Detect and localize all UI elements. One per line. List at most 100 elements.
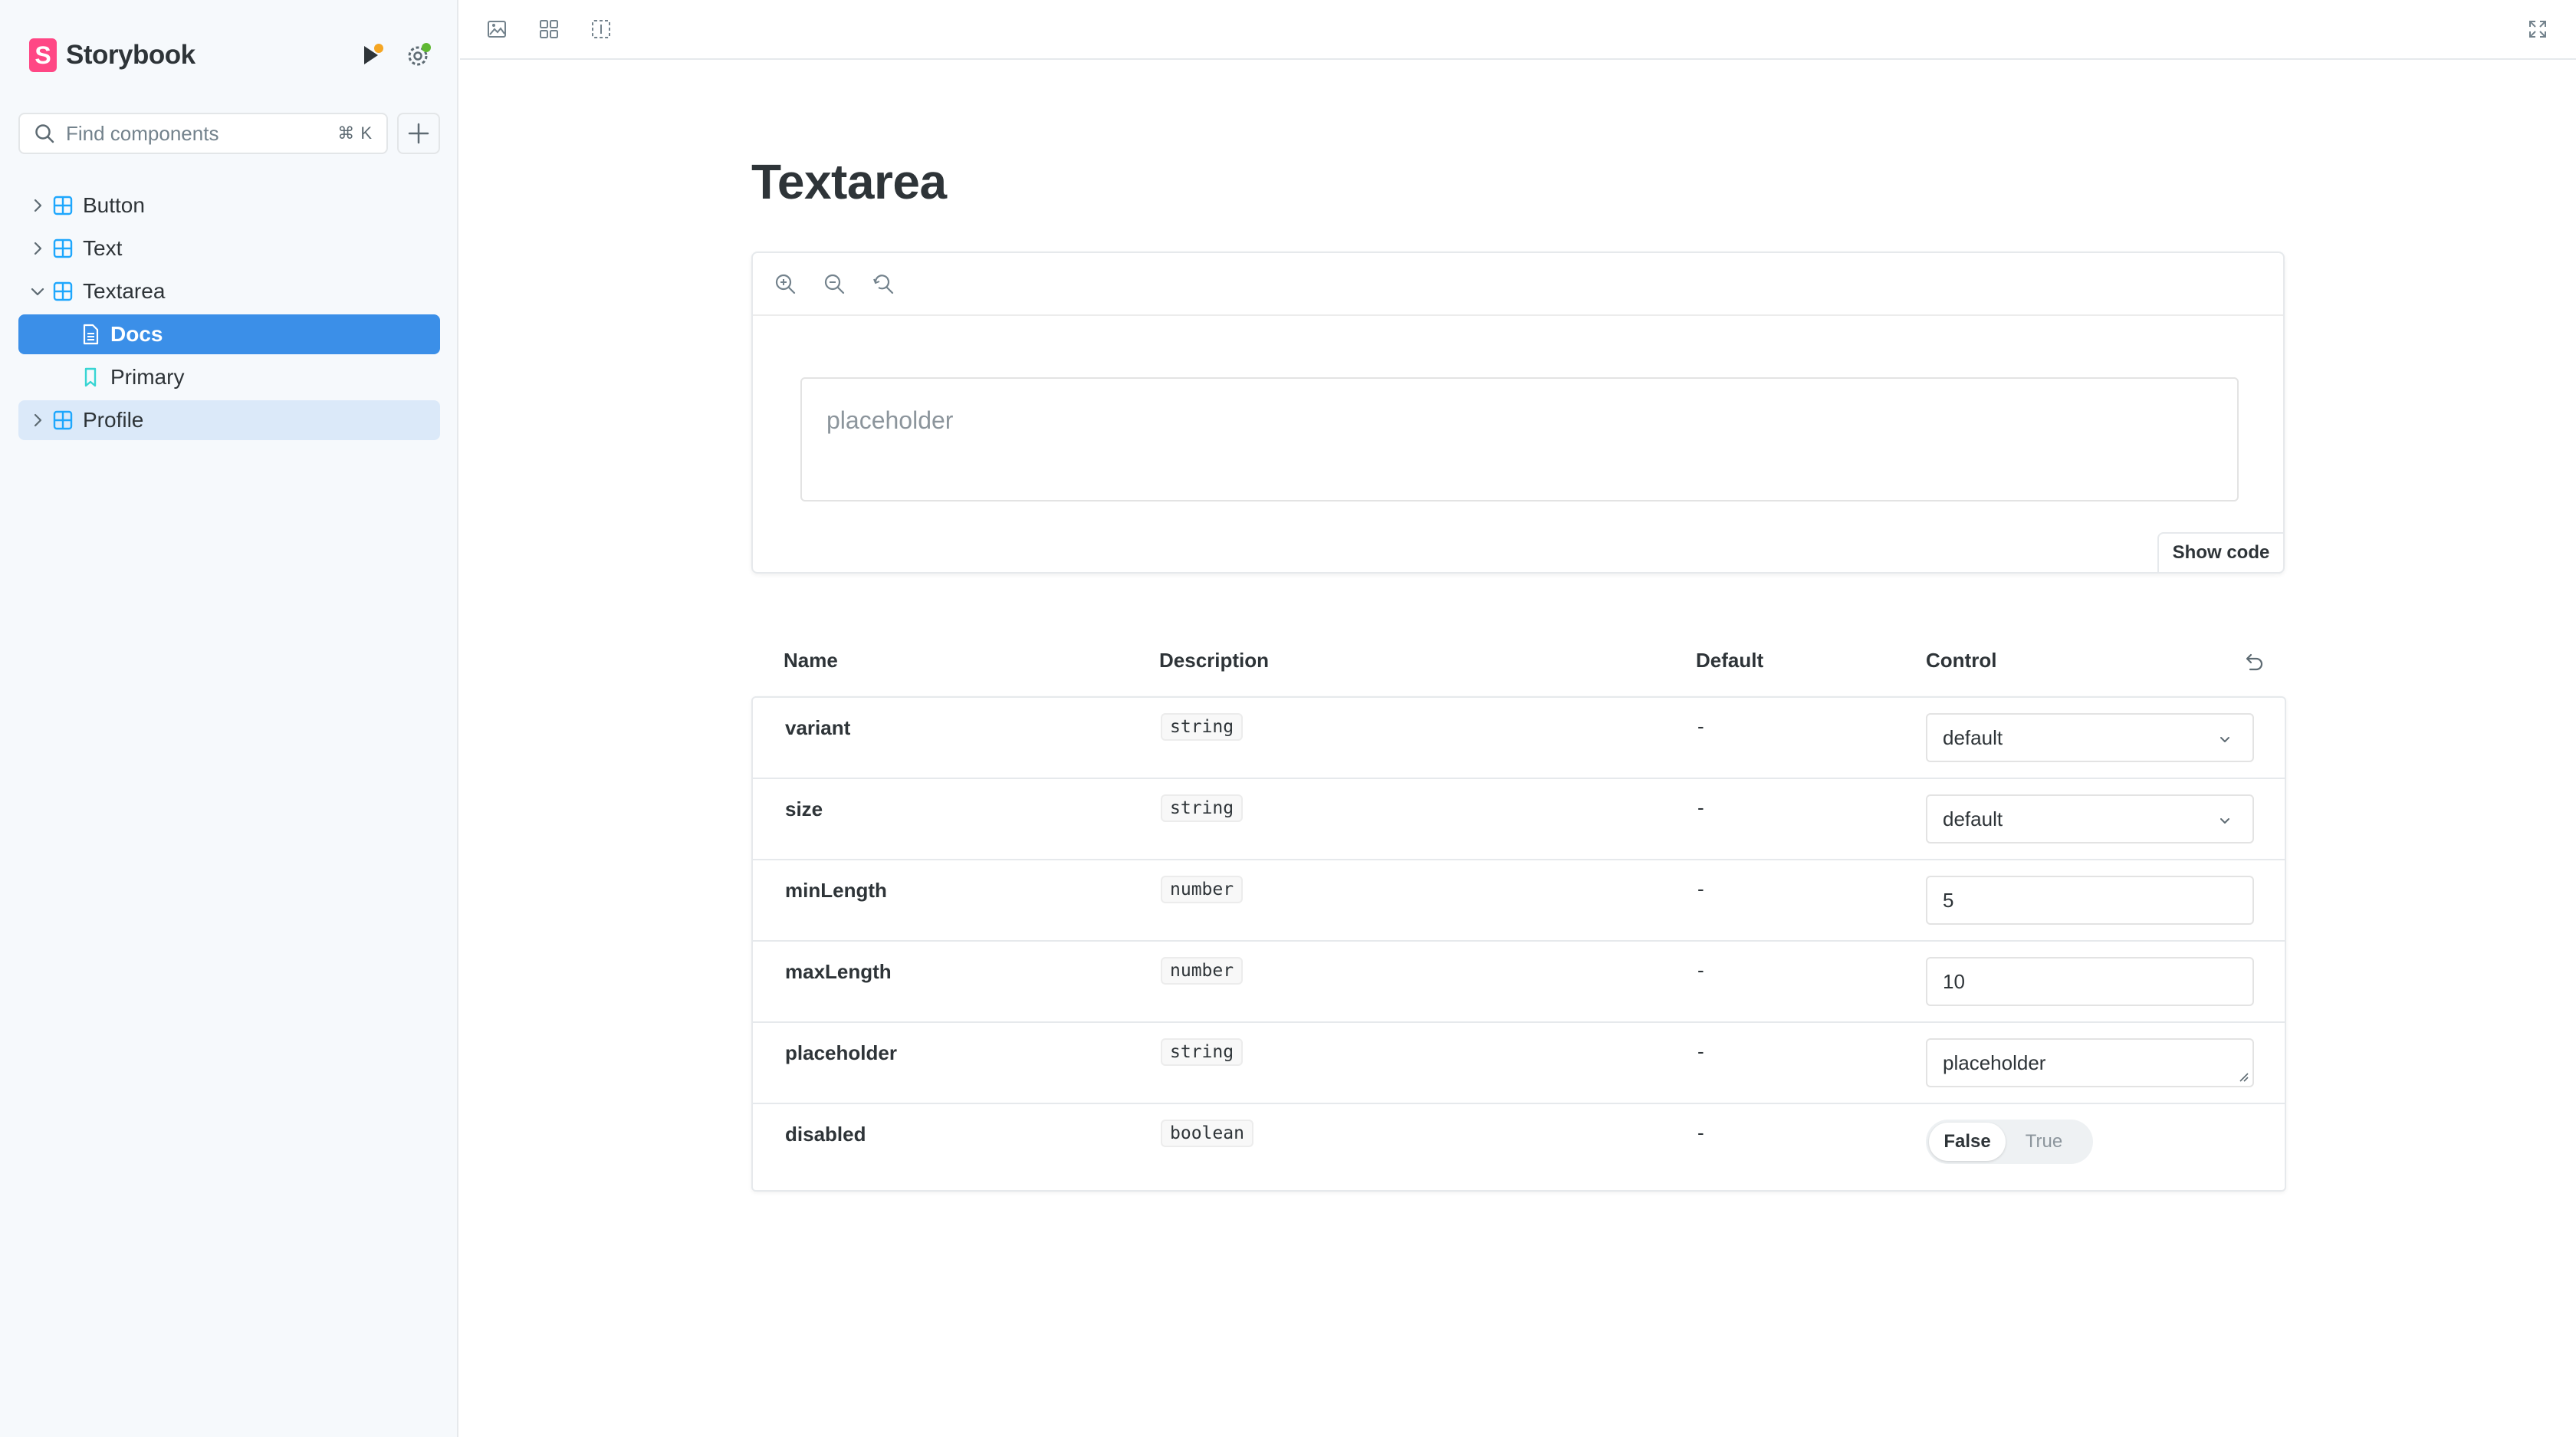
preview-toolbar bbox=[753, 253, 2283, 316]
toggle-false-option[interactable]: False bbox=[1929, 1123, 2006, 1161]
header-default: Default bbox=[1696, 649, 1764, 672]
table-row: size string - default bbox=[753, 779, 2285, 860]
arg-default: - bbox=[1697, 1040, 1704, 1063]
arg-name: maxLength bbox=[785, 960, 892, 983]
zoom-out-button[interactable] bbox=[820, 270, 848, 298]
component-icon bbox=[53, 281, 73, 301]
args-table: variant string - default size string - d… bbox=[751, 696, 2286, 1192]
sidebar-item-profile[interactable]: Profile bbox=[18, 400, 440, 440]
fullscreen-button[interactable] bbox=[2524, 15, 2551, 43]
sidebar-item-label: Text bbox=[83, 236, 123, 260]
arg-type: boolean bbox=[1161, 1120, 1254, 1147]
component-icon bbox=[53, 410, 73, 430]
table-row: maxLength number - 10 bbox=[753, 942, 2285, 1023]
arg-default: - bbox=[1697, 715, 1704, 738]
zoom-out-icon bbox=[824, 274, 845, 294]
show-code-button[interactable]: Show code bbox=[2157, 532, 2285, 574]
sidebar-item-primary[interactable]: Primary bbox=[18, 357, 440, 397]
table-row: minLength number - 5 bbox=[753, 860, 2285, 942]
table-row: disabled boolean - False True bbox=[753, 1104, 2285, 1190]
document-icon bbox=[83, 324, 99, 345]
size-select[interactable]: default bbox=[1926, 794, 2254, 843]
sidebar-item-textarea[interactable]: Textarea bbox=[18, 271, 440, 311]
sidebar-item-label: Profile bbox=[83, 408, 144, 432]
storybook-logo-icon: S bbox=[29, 38, 57, 72]
chevron-down-icon bbox=[2220, 818, 2229, 824]
arg-name: size bbox=[785, 797, 823, 820]
demo-textarea[interactable]: placeholder bbox=[800, 377, 2239, 501]
sidebar: S Storybook Find components ⌘ K Button T… bbox=[0, 0, 458, 1437]
story-preview: placeholder Show code bbox=[751, 252, 2285, 574]
sidebar-item-label: Button bbox=[83, 193, 145, 217]
arg-default: - bbox=[1697, 959, 1704, 982]
background-button[interactable] bbox=[483, 15, 511, 43]
bookmark-icon bbox=[84, 367, 97, 387]
select-value: default bbox=[1943, 807, 2003, 830]
toolbar bbox=[460, 0, 2576, 60]
zoom-in-icon bbox=[775, 274, 796, 294]
reset-controls-icon[interactable] bbox=[2242, 652, 2265, 675]
chevron-right-icon bbox=[34, 242, 42, 255]
arg-type: string bbox=[1161, 794, 1244, 822]
zoom-in-button[interactable] bbox=[771, 270, 799, 298]
header-control: Control bbox=[1926, 649, 1997, 672]
maxlength-input[interactable]: 10 bbox=[1926, 957, 2254, 1006]
arg-name: disabled bbox=[785, 1123, 866, 1146]
zoom-reset-icon bbox=[873, 275, 894, 294]
resize-handle-icon[interactable] bbox=[2237, 1070, 2249, 1083]
settings-button[interactable] bbox=[402, 38, 435, 72]
sidebar-item-label: Textarea bbox=[83, 279, 166, 303]
args-table-header: Name Description Default Control bbox=[751, 649, 2285, 696]
placeholder-textarea[interactable]: placeholder bbox=[1926, 1038, 2254, 1087]
arg-type: string bbox=[1161, 713, 1244, 741]
grid-button[interactable] bbox=[535, 15, 563, 43]
table-row: placeholder string - placeholder bbox=[753, 1023, 2285, 1104]
create-story-button[interactable] bbox=[397, 113, 440, 154]
arg-name: placeholder bbox=[785, 1041, 897, 1064]
variant-select[interactable]: default bbox=[1926, 713, 2254, 762]
gear-icon bbox=[408, 43, 431, 66]
table-row: variant string - default bbox=[753, 698, 2285, 779]
search-input[interactable]: Find components ⌘ K bbox=[18, 113, 388, 154]
image-icon bbox=[488, 21, 506, 38]
brand[interactable]: S Storybook bbox=[29, 37, 196, 74]
arg-name: variant bbox=[785, 716, 851, 739]
arg-default: - bbox=[1697, 877, 1704, 900]
search-shortcut: ⌘ K bbox=[337, 123, 373, 143]
outline-icon bbox=[592, 20, 610, 38]
arg-type: number bbox=[1161, 957, 1244, 985]
plus-icon bbox=[408, 123, 429, 144]
select-value: default bbox=[1943, 725, 2003, 749]
arg-default: - bbox=[1697, 1121, 1704, 1144]
play-icon bbox=[364, 44, 383, 64]
textarea-value: placeholder bbox=[1943, 1051, 2046, 1074]
sidebar-item-text[interactable]: Text bbox=[18, 229, 440, 268]
grid-icon bbox=[540, 20, 558, 38]
chevron-down-icon bbox=[2220, 737, 2229, 742]
chevron-down-icon bbox=[31, 288, 44, 296]
outline-button[interactable] bbox=[587, 15, 615, 43]
sidebar-item-button[interactable]: Button bbox=[18, 186, 440, 225]
arg-type: number bbox=[1161, 876, 1244, 903]
sidebar-item-label: Docs bbox=[110, 322, 163, 346]
toggle-true-option[interactable]: True bbox=[2006, 1123, 2082, 1161]
minlength-input[interactable]: 5 bbox=[1926, 876, 2254, 925]
arg-name: minLength bbox=[785, 879, 887, 902]
header-description: Description bbox=[1159, 649, 1270, 672]
disabled-toggle[interactable]: False True bbox=[1926, 1120, 2093, 1164]
component-icon bbox=[53, 238, 73, 258]
zoom-reset-button[interactable] bbox=[869, 270, 897, 298]
sidebar-item-docs[interactable]: Docs bbox=[18, 314, 440, 354]
app-name: Storybook bbox=[66, 40, 196, 70]
sidebar-item-label: Primary bbox=[110, 365, 185, 389]
search-icon bbox=[35, 124, 54, 143]
chevron-right-icon bbox=[34, 199, 42, 212]
component-icon bbox=[53, 196, 73, 215]
onboarding-play-button[interactable] bbox=[354, 38, 388, 72]
chevron-right-icon bbox=[34, 413, 42, 427]
expand-icon bbox=[2529, 21, 2546, 38]
page-title: Textarea bbox=[751, 154, 947, 209]
arg-type: string bbox=[1161, 1038, 1244, 1066]
component-tree: Button Text Textarea Docs Primary Profil… bbox=[18, 186, 440, 443]
arg-default: - bbox=[1697, 796, 1704, 819]
